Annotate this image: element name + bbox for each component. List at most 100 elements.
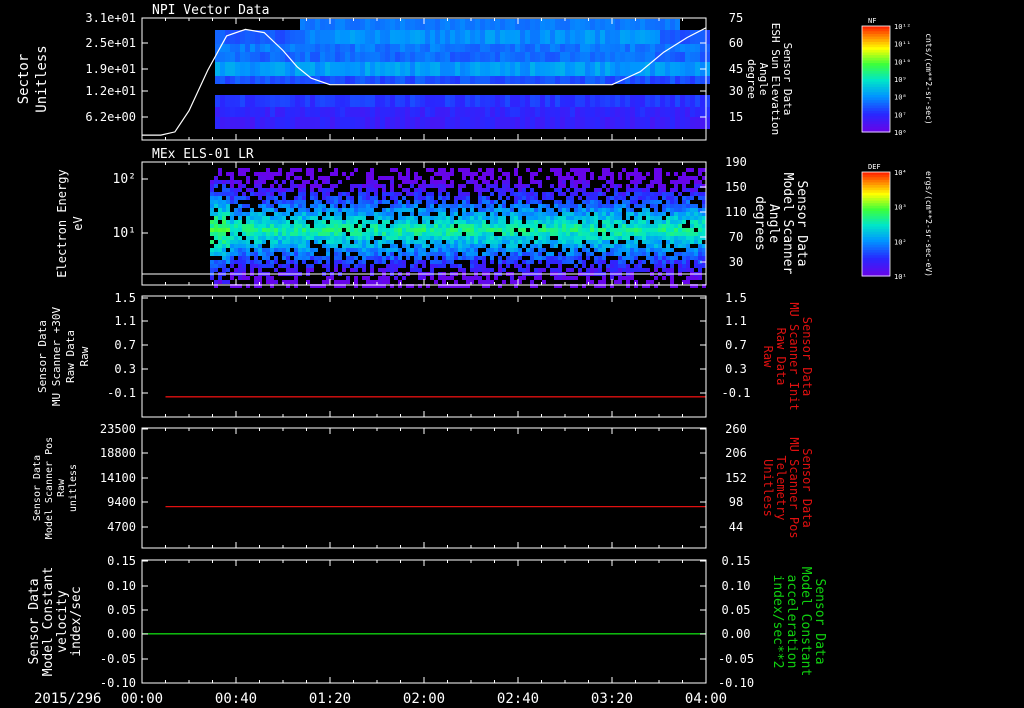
heatmap-cell	[266, 264, 270, 268]
heatmap-cell	[285, 95, 290, 107]
heatmap-cell	[505, 44, 510, 52]
heatmap-cell	[545, 30, 550, 44]
heatmap-cell	[266, 248, 270, 252]
heatmap-cell	[398, 172, 402, 176]
heatmap-cell	[578, 180, 582, 184]
heatmap-cell	[442, 248, 446, 252]
heatmap-cell	[675, 62, 680, 76]
heatmap-cell	[282, 240, 286, 244]
heatmap-cell	[270, 44, 275, 52]
heatmap-cell	[410, 76, 415, 84]
heatmap-cell	[538, 236, 542, 240]
heatmap-cell	[370, 196, 374, 200]
heatmap-cell	[660, 76, 665, 84]
heatmap-cell	[385, 107, 390, 117]
heatmap-cell	[406, 208, 410, 212]
heatmap-cell	[334, 208, 338, 212]
heatmap-cell	[460, 107, 465, 117]
heatmap-cell	[322, 256, 326, 260]
heatmap-cell	[530, 76, 535, 84]
heatmap-cell	[474, 244, 478, 248]
heatmap-cell	[560, 62, 565, 76]
heatmap-cell	[594, 248, 598, 252]
heatmap-cell	[625, 95, 630, 107]
heatmap-cell	[358, 252, 362, 256]
heatmap-cell	[398, 200, 402, 204]
heatmap-cell	[614, 204, 618, 208]
heatmap-cell	[666, 228, 670, 232]
heatmap-cell	[510, 236, 514, 240]
heatmap-cell	[574, 172, 578, 176]
heatmap-cell	[286, 220, 290, 224]
heatmap-cell	[465, 30, 470, 44]
heatmap-cell	[365, 44, 370, 52]
heatmap-cell	[255, 95, 260, 107]
heatmap-cell	[230, 176, 234, 180]
heatmap-cell	[358, 200, 362, 204]
heatmap-cell	[470, 248, 474, 252]
heatmap-cell	[546, 220, 550, 224]
heatmap-cell	[570, 212, 574, 216]
heatmap-cell	[358, 212, 362, 216]
heatmap-cell	[370, 176, 374, 180]
heatmap-cell	[665, 52, 670, 62]
heatmap-cell	[238, 228, 242, 232]
heatmap-cell	[266, 224, 270, 228]
heatmap-cell	[350, 19, 355, 30]
heatmap-cell	[338, 256, 342, 260]
heatmap-cell	[238, 256, 242, 260]
heatmap-cell	[362, 208, 366, 212]
heatmap-cell	[622, 192, 626, 196]
heatmap-cell	[446, 232, 450, 236]
heatmap-cell	[678, 208, 682, 212]
heatmap-cell	[530, 212, 534, 216]
heatmap-cell	[666, 220, 670, 224]
heatmap-cell	[540, 76, 545, 84]
heatmap-cell	[526, 220, 530, 224]
heatmap-cell	[630, 117, 635, 129]
heatmap-cell	[334, 236, 338, 240]
heatmap-cell	[538, 276, 542, 280]
heatmap-cell	[358, 264, 362, 268]
heatmap-cell	[425, 62, 430, 76]
heatmap-cell	[238, 268, 242, 272]
heatmap-cell	[440, 44, 445, 52]
heatmap-cell	[394, 228, 398, 232]
heatmap-cell	[380, 30, 385, 44]
heatmap-cell	[386, 232, 390, 236]
heatmap-cell	[602, 232, 606, 236]
heatmap-cell	[606, 172, 610, 176]
heatmap-cell	[558, 180, 562, 184]
heatmap-cell	[258, 172, 262, 176]
heatmap-cell	[615, 30, 620, 44]
heatmap-cell	[370, 208, 374, 212]
heatmap-cell	[500, 76, 505, 84]
heatmap-cell	[240, 44, 245, 52]
heatmap-cell	[290, 244, 294, 248]
heatmap-cell	[498, 224, 502, 228]
heatmap-cell	[275, 117, 280, 129]
heatmap-cell	[294, 168, 298, 172]
heatmap-cell	[326, 224, 330, 228]
heatmap-cell	[430, 184, 434, 188]
heatmap-cell	[362, 256, 366, 260]
heatmap-cell	[425, 30, 430, 44]
heatmap-cell	[460, 76, 465, 84]
heatmap-cell	[354, 268, 358, 272]
heatmap-cell	[674, 240, 678, 244]
heatmap-cell	[222, 268, 226, 272]
heatmap-cell	[350, 216, 354, 220]
heatmap-cell	[398, 228, 402, 232]
heatmap-cell	[370, 232, 374, 236]
heatmap-cell	[502, 228, 506, 232]
heatmap-cell	[305, 30, 310, 44]
heatmap-cell	[210, 204, 214, 208]
heatmap-cell	[470, 52, 475, 62]
heatmap-cell	[385, 44, 390, 52]
heatmap-cell	[480, 44, 485, 52]
heatmap-cell	[634, 196, 638, 200]
heatmap-cell	[666, 268, 670, 272]
heatmap-cell	[360, 95, 365, 107]
heatmap-cell	[682, 180, 686, 184]
heatmap-cell	[600, 76, 605, 84]
